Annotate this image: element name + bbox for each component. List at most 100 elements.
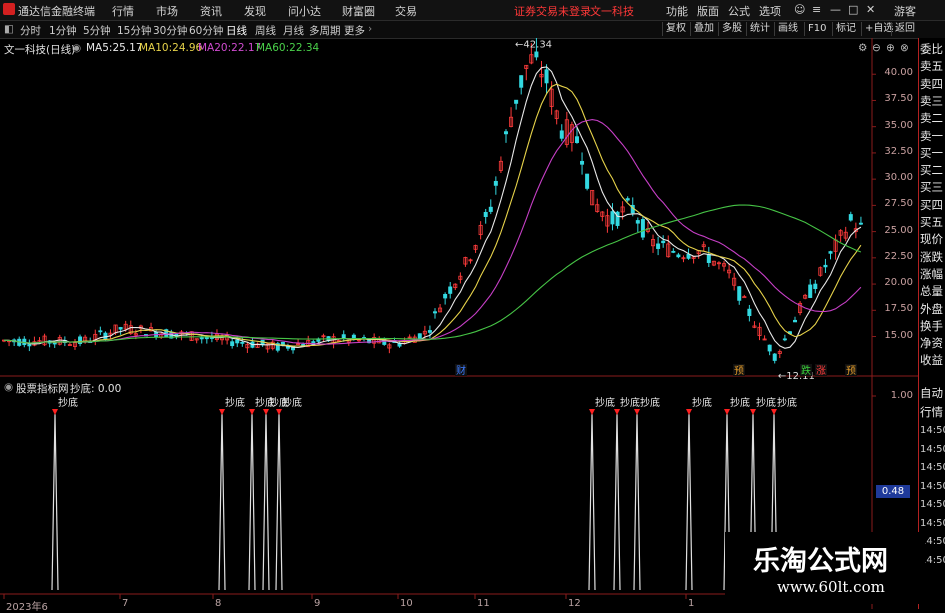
menu-function[interactable]: 功能: [666, 3, 688, 19]
signal-spike: [633, 413, 641, 591]
login-warning[interactable]: 证券交易未登录: [514, 3, 591, 19]
draw-line-button[interactable]: 画线: [774, 22, 798, 36]
side-panel-item[interactable]: 卖一: [920, 129, 945, 144]
side-panel-item[interactable]: 卖四: [920, 77, 945, 92]
menu-layout[interactable]: 版面: [697, 3, 719, 19]
side-panel-item[interactable]: 涨幅: [920, 267, 945, 282]
side-panel-item[interactable]: 总量: [920, 284, 945, 299]
period-30min[interactable]: 30分钟: [153, 23, 187, 38]
candle-body: [585, 173, 590, 189]
kline-chart[interactable]: 抄底 抄底 抄底抄底抄底 抄底 抄底 抄底 抄底 抄底 抄底 抄底 ←42.34←12.11财预跌…: [0, 38, 918, 609]
multi-stock-button[interactable]: 多股: [718, 22, 742, 36]
side-panel-item[interactable]: 买五: [920, 215, 945, 230]
candle-body: [635, 220, 640, 224]
side-panel-item[interactable]: 买三: [920, 180, 945, 195]
indicator-name[interactable]: 股票指标网: [16, 381, 69, 396]
settings-icon[interactable]: ≡: [812, 3, 821, 16]
f10-button[interactable]: F10: [804, 22, 826, 36]
candle-body: [235, 339, 240, 344]
maximize-icon[interactable]: □: [848, 3, 858, 16]
menu-formula[interactable]: 公式: [728, 3, 750, 19]
side-panel-item[interactable]: 外盘: [920, 302, 945, 317]
side-panel-item[interactable]: 净资: [920, 336, 945, 351]
user-icon[interactable]: ☺: [794, 3, 805, 16]
side-panel-item[interactable]: 卖三: [920, 94, 945, 109]
candle-body: [737, 286, 742, 301]
side-panel-item[interactable]: 买一: [920, 146, 945, 161]
menu-discover[interactable]: 发现: [244, 3, 266, 19]
tick-time-label: 14:50: [920, 499, 945, 510]
settings-gear-icon[interactable]: ⚙: [858, 42, 867, 54]
menu-options[interactable]: 选项: [759, 3, 781, 19]
add-watchlist-button[interactable]: +自选: [861, 22, 893, 36]
menu-news[interactable]: 资讯: [200, 3, 222, 19]
signal-marker: [589, 409, 595, 415]
menu-ask-xiaoda[interactable]: 问小达: [288, 3, 321, 19]
zoom-out-icon[interactable]: ⊖: [872, 42, 881, 54]
zoom-in-icon[interactable]: ⊕: [886, 42, 895, 54]
back-button[interactable]: 返回: [891, 22, 915, 36]
menu-quotes[interactable]: 行情: [112, 3, 134, 19]
period-timeshare[interactable]: 分时: [20, 23, 41, 38]
menu-trade[interactable]: 交易: [395, 3, 417, 19]
candle-body: [118, 327, 123, 330]
indicator-toggle-icon[interactable]: ◉: [4, 381, 13, 393]
candle-body: [483, 211, 488, 217]
side-panel-item[interactable]: 收益: [920, 353, 945, 368]
candle-body: [782, 338, 787, 341]
menu-wealth-circle[interactable]: 财富圈: [342, 3, 375, 19]
stats-button[interactable]: 统计: [746, 22, 770, 36]
period-weekly[interactable]: 周线: [255, 23, 276, 38]
tick-time-label: 14:50: [920, 462, 945, 473]
side-panel-item[interactable]: 卖二: [920, 111, 945, 126]
candle-body: [671, 250, 676, 253]
signal-label: 抄底: [225, 396, 245, 409]
period-60min[interactable]: 60分钟: [189, 23, 223, 38]
period-1min[interactable]: 1分钟: [49, 23, 77, 38]
side-panel-item[interactable]: 现价: [920, 232, 945, 247]
chart-close-icon[interactable]: ⊗: [900, 42, 909, 54]
signal-spike: [262, 413, 270, 591]
period-5min[interactable]: 5分钟: [83, 23, 111, 38]
app-logo-icon: [3, 3, 15, 15]
signal-marker: [686, 409, 692, 415]
signal-marker: [276, 409, 282, 415]
side-panel-tab[interactable]: 行情: [920, 405, 945, 420]
adjust-button[interactable]: 复权: [662, 22, 686, 36]
side-panel-tab[interactable]: 自动: [920, 386, 945, 401]
date-tick-label: 12: [568, 598, 581, 609]
side-panel-item[interactable]: 买二: [920, 163, 945, 178]
period-monthly[interactable]: 月线: [283, 23, 304, 38]
ma10-label: MA10:24.96: [139, 42, 203, 54]
candle-body: [656, 243, 661, 249]
more-chevron-icon[interactable]: ›: [368, 23, 372, 35]
close-icon[interactable]: ✕: [866, 3, 875, 16]
side-panel-item[interactable]: 委比: [920, 42, 945, 57]
period-more[interactable]: 更多: [344, 23, 365, 38]
date-tick-label: 2023年6: [6, 602, 48, 613]
candle-body: [544, 69, 549, 84]
collapse-icon[interactable]: ◉: [72, 42, 81, 54]
period-15min[interactable]: 15分钟: [117, 23, 151, 38]
candle-body: [534, 51, 539, 58]
signal-label: 抄底: [777, 396, 797, 409]
signal-label: 抄底: [282, 396, 302, 409]
candle-body: [514, 99, 519, 104]
side-panel-item[interactable]: 卖五: [920, 59, 945, 74]
candle-body: [610, 211, 615, 225]
side-panel-item[interactable]: 买四: [920, 198, 945, 213]
minimize-icon[interactable]: —: [830, 3, 841, 16]
panel-toggle-icon[interactable]: ◧: [4, 23, 14, 35]
signal-label: 抄底: [730, 396, 750, 409]
side-panel-item[interactable]: 换手: [920, 319, 945, 334]
price-tick-label: 22.50: [884, 250, 913, 262]
signal-marker: [614, 409, 620, 415]
period-high-label: ←42.34: [515, 40, 552, 51]
period-multi[interactable]: 多周期: [309, 23, 341, 38]
side-panel-item[interactable]: 涨跌: [920, 250, 945, 265]
menu-market[interactable]: 市场: [156, 3, 178, 19]
guest-label[interactable]: 游客: [894, 3, 916, 19]
period-daily[interactable]: 日线: [226, 23, 247, 38]
mark-button[interactable]: 标记: [832, 22, 856, 36]
overlay-button[interactable]: 叠加: [690, 22, 714, 36]
